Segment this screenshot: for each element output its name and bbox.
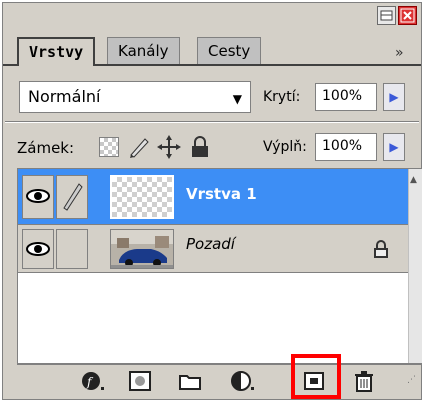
adjustment-layer-button[interactable] bbox=[229, 369, 255, 393]
tab-paths[interactable]: Cesty bbox=[197, 37, 262, 65]
car-photo-icon bbox=[111, 230, 173, 268]
opacity-field[interactable]: 100% bbox=[315, 83, 377, 111]
layer-thumbnail[interactable] bbox=[110, 229, 174, 269]
lock-transparency-icon[interactable] bbox=[99, 137, 119, 157]
layer-brush-link[interactable] bbox=[56, 175, 88, 219]
chevron-down-icon: ▼ bbox=[232, 92, 242, 106]
lock-icon bbox=[372, 239, 390, 259]
resize-grip-icon[interactable]: ⋰ bbox=[407, 375, 416, 385]
opacity-slider-button[interactable]: ▶ bbox=[383, 83, 405, 111]
eye-icon bbox=[26, 242, 50, 256]
layer-row[interactable]: Pozadí bbox=[18, 225, 408, 273]
fill-label: Výplň: bbox=[263, 139, 307, 155]
new-group-button[interactable] bbox=[177, 369, 203, 393]
panel-menu-icon[interactable]: » bbox=[395, 45, 404, 61]
panel-titlebar bbox=[3, 3, 421, 29]
lock-image-icon[interactable] bbox=[127, 135, 151, 159]
lock-label: Zámek: bbox=[17, 139, 75, 157]
mask-icon bbox=[129, 371, 151, 391]
blend-mode-value: Normální bbox=[28, 87, 101, 106]
layer-style-icon: f bbox=[82, 372, 104, 390]
adjustment-icon bbox=[231, 371, 254, 391]
lock-all-icon[interactable] bbox=[189, 135, 211, 159]
close-button[interactable] bbox=[398, 6, 417, 25]
tab-channels[interactable]: Kanály bbox=[107, 37, 180, 65]
fill-slider-button[interactable]: ▶ bbox=[383, 133, 405, 161]
minimize-button[interactable] bbox=[377, 6, 396, 25]
minimize-icon bbox=[380, 10, 393, 21]
tab-layers[interactable]: Vrstvy bbox=[17, 37, 96, 66]
tab-row: Vrstvy Kanály Cesty » bbox=[3, 29, 421, 66]
layers-panel: Vrstvy Kanály Cesty » Normální ▼ Krytí: … bbox=[2, 2, 422, 400]
visibility-toggle[interactable] bbox=[22, 175, 54, 219]
new-layer-highlight bbox=[291, 354, 341, 399]
close-icon bbox=[400, 8, 415, 23]
layers-scrollbar[interactable]: ▲ bbox=[408, 169, 422, 363]
layer-brush-link[interactable] bbox=[56, 229, 88, 269]
layer-thumbnail[interactable] bbox=[110, 175, 174, 219]
layer-name[interactable]: Pozadí bbox=[186, 235, 235, 253]
visibility-toggle[interactable] bbox=[22, 229, 54, 269]
fill-field[interactable]: 100% bbox=[315, 133, 377, 161]
layer-row[interactable]: Vrstva 1 bbox=[18, 169, 408, 225]
folder-icon bbox=[179, 375, 201, 390]
layer-style-button[interactable]: f bbox=[79, 369, 105, 393]
trash-icon bbox=[355, 371, 373, 392]
layer-name[interactable]: Vrstva 1 bbox=[186, 185, 257, 203]
blend-mode-select[interactable]: Normální ▼ bbox=[19, 81, 251, 113]
divider bbox=[5, 121, 419, 123]
layers-list: Vrstva 1 Pozadí ▲ bbox=[17, 168, 422, 364]
layers-toolbar: f ⋰ bbox=[17, 364, 421, 396]
opacity-label: Krytí: bbox=[263, 89, 301, 105]
lock-position-icon[interactable] bbox=[157, 135, 181, 159]
delete-layer-button[interactable] bbox=[351, 369, 377, 393]
brush-icon bbox=[63, 183, 83, 211]
scroll-up-icon[interactable]: ▲ bbox=[410, 175, 417, 185]
add-mask-button[interactable] bbox=[127, 369, 153, 393]
eye-icon bbox=[26, 189, 50, 203]
